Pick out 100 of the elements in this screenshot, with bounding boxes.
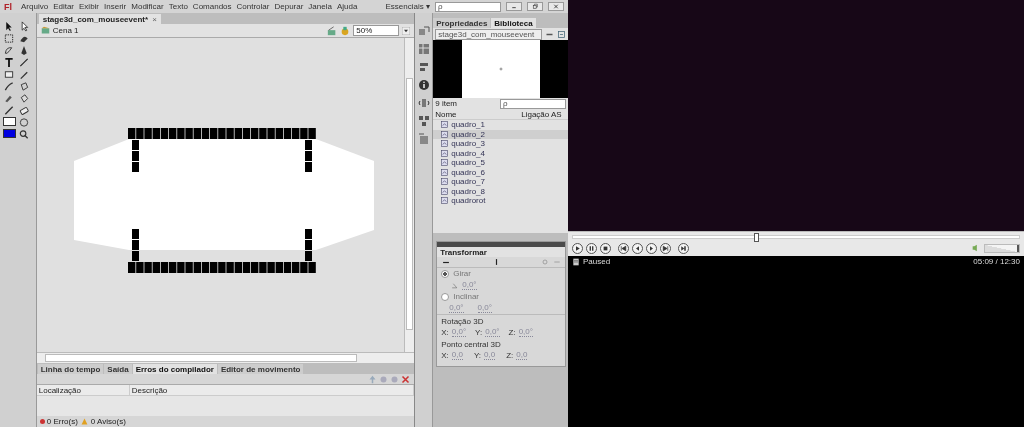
tool-icon[interactable] <box>18 93 30 104</box>
new-library-icon[interactable] <box>557 29 566 39</box>
restore-icon <box>531 3 539 10</box>
axis-label: Z: <box>508 327 516 337</box>
radio-button[interactable] <box>441 269 450 278</box>
item-count: 9 item <box>435 99 457 108</box>
axis-label: Y: <box>473 350 481 360</box>
step-icon <box>679 243 688 253</box>
tool-icon[interactable] <box>3 57 15 68</box>
panel-tab[interactable]: Propriedades <box>433 18 491 28</box>
skip-back-button[interactable] <box>618 242 629 254</box>
menu-item[interactable]: Inserir <box>104 2 127 11</box>
tool-icon[interactable] <box>18 57 30 68</box>
column-header[interactable]: Nome <box>433 109 520 119</box>
panel-tab[interactable]: Transformar <box>437 247 565 257</box>
tool-icon[interactable] <box>18 129 30 140</box>
tool-icon[interactable] <box>18 81 30 92</box>
library-item[interactable]: quadro_2 <box>433 129 568 139</box>
menu-item[interactable]: Controlar <box>236 2 270 11</box>
library-item[interactable]: quadro_6 <box>433 167 568 177</box>
warning-icon <box>80 418 88 425</box>
tool-icon[interactable] <box>3 81 15 92</box>
library-item[interactable]: quadro_7 <box>433 177 568 187</box>
scene-label[interactable]: Cena 1 <box>52 26 79 35</box>
menu-item[interactable]: Modificar <box>131 2 164 11</box>
edit-symbols-icon[interactable] <box>327 25 338 36</box>
minimize-button[interactable] <box>506 2 522 11</box>
document-tab[interactable]: stage3d_com_mouseevent* × <box>38 14 161 24</box>
library-item[interactable]: quadrorot <box>433 196 568 206</box>
tool-icon[interactable] <box>3 105 15 116</box>
axis-label: Z: <box>506 350 514 360</box>
menu-item[interactable]: Arquivo <box>21 2 49 11</box>
library-search-field[interactable]: ρ <box>500 98 566 109</box>
restore-button[interactable] <box>527 2 543 11</box>
playlist-icon <box>572 257 580 266</box>
panel-tab[interactable]: Saída <box>104 364 132 374</box>
code-snippets-icon[interactable] <box>417 97 430 109</box>
menu-item[interactable]: Comandos <box>192 2 232 11</box>
menu-item[interactable]: Exibir <box>79 2 100 11</box>
pause-icon <box>587 243 596 253</box>
pause-button[interactable] <box>586 242 597 254</box>
library-item[interactable]: quadro_3 <box>433 139 568 149</box>
warning-count: 0 Aviso(s) <box>90 417 126 426</box>
workspace-switcher[interactable]: Essenciais ▾ <box>385 2 430 11</box>
panel-tab[interactable]: Biblioteca <box>491 18 536 28</box>
library-item[interactable]: quadro_4 <box>433 148 568 158</box>
menu-item[interactable]: Janela <box>308 2 332 11</box>
column-header[interactable]: Descrição <box>129 385 415 395</box>
panel-tab[interactable]: Erros do compilador <box>132 364 217 374</box>
menu-item[interactable]: Depurar <box>274 2 304 11</box>
forward-button[interactable] <box>646 242 657 254</box>
registration-point-icon <box>497 66 504 72</box>
info-icon[interactable] <box>417 79 430 91</box>
section-label: Rotação 3D <box>437 314 565 326</box>
menu-item[interactable]: Editar <box>53 2 75 11</box>
column-header[interactable]: Ligação AS <box>519 109 562 119</box>
close-icon <box>552 3 560 10</box>
horizontal-scrollbar[interactable] <box>36 352 415 363</box>
skip-forward-icon <box>661 243 670 253</box>
rotate-label: Girar <box>453 269 471 278</box>
menu-item[interactable]: Texto <box>168 2 188 11</box>
app-logo: Fl <box>4 1 12 12</box>
stroke-color-swatch[interactable] <box>3 117 16 126</box>
panel-tab[interactable]: Editor de movimento <box>217 364 304 374</box>
panel-tab[interactable]: Linha do tempo <box>37 364 104 374</box>
tab-close[interactable]: × <box>152 14 157 24</box>
step-button[interactable] <box>678 242 689 254</box>
rewind-button[interactable] <box>632 242 643 254</box>
library-item[interactable]: quadro_8 <box>433 186 568 196</box>
section-label: Ponto central 3D <box>440 339 502 349</box>
scene-icon <box>40 26 50 35</box>
fill-color-swatch[interactable] <box>3 129 16 138</box>
zoom-field[interactable]: 50% <box>353 25 400 36</box>
tool-icon[interactable] <box>3 69 15 80</box>
skew-label: Inclinar <box>453 292 479 301</box>
playback-status: Paused <box>583 257 611 266</box>
time-display: 05:09 / 12:30 <box>973 257 1020 266</box>
library-item[interactable]: quadro_1 <box>433 120 568 130</box>
clear-icon[interactable] <box>401 374 411 384</box>
components-icon[interactable] <box>417 115 430 127</box>
tool-icon[interactable] <box>3 33 15 44</box>
menu-item[interactable]: Ajuda <box>336 2 358 11</box>
vertical-scrollbar[interactable] <box>404 38 415 352</box>
column-header[interactable]: Localização <box>36 385 130 395</box>
search-field[interactable]: ρ <box>435 1 501 12</box>
volume-slider[interactable] <box>984 243 1020 253</box>
rotate-icon <box>451 281 459 289</box>
skip-back-icon <box>619 243 628 253</box>
library-item[interactable]: quadro_5 <box>433 158 568 168</box>
axis-label: X: <box>441 327 449 337</box>
dropdown-icon[interactable] <box>402 26 411 35</box>
stop-button[interactable] <box>600 242 611 254</box>
align-panel-icon[interactable] <box>417 61 430 73</box>
play-button[interactable] <box>572 242 583 254</box>
document-dropdown[interactable]: stage3d_com_mouseevent <box>435 28 542 40</box>
swatches-panel-icon[interactable] <box>417 43 430 55</box>
tool-icon[interactable] <box>18 105 30 116</box>
skip-forward-button[interactable] <box>660 242 671 254</box>
radio-button[interactable] <box>441 292 450 301</box>
tool-icon[interactable] <box>18 69 30 80</box>
